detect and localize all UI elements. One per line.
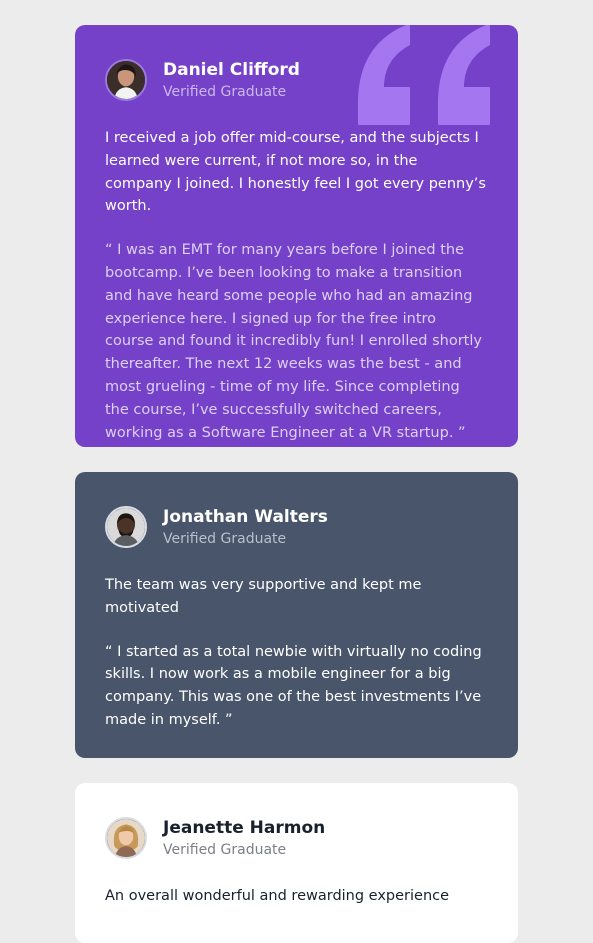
author-name: Daniel Clifford: [163, 60, 300, 80]
testimonial-quote: “ I was an EMT for many years before I j…: [105, 242, 482, 441]
author-role: Verified Graduate: [163, 84, 287, 100]
avatar-daniel: [105, 59, 147, 101]
author-name: Jeanette Harmon: [163, 818, 326, 838]
testimonial-card-daniel: Daniel Clifford Verified Graduate I rece…: [75, 25, 518, 447]
testimonial-card-jonathan: Jonathan Walters Verified Graduate The t…: [75, 472, 518, 758]
avatar-jeanette: [105, 817, 147, 859]
testimonial-summary: An overall wonderful and rewarding exper…: [105, 888, 450, 904]
testimonial-header: Jonathan Walters Verified Graduate: [105, 504, 488, 550]
author-role: Verified Graduate: [163, 842, 287, 858]
testimonials-page: Daniel Clifford Verified Graduate I rece…: [0, 0, 593, 943]
author-role: Verified Graduate: [163, 531, 287, 547]
avatar-jonathan: [105, 506, 147, 548]
testimonial-header: Jeanette Harmon Verified Graduate: [105, 815, 488, 861]
testimonial-card-jeanette: Jeanette Harmon Verified Graduate An ove…: [75, 783, 518, 943]
testimonial-quote: “ I started as a total newbie with virtu…: [105, 643, 482, 728]
testimonial-summary: I received a job offer mid-course, and t…: [105, 130, 486, 215]
author-name: Jonathan Walters: [163, 507, 328, 527]
testimonial-header: Daniel Clifford Verified Graduate: [105, 57, 488, 103]
testimonial-summary: The team was very supportive and kept me…: [105, 577, 422, 616]
